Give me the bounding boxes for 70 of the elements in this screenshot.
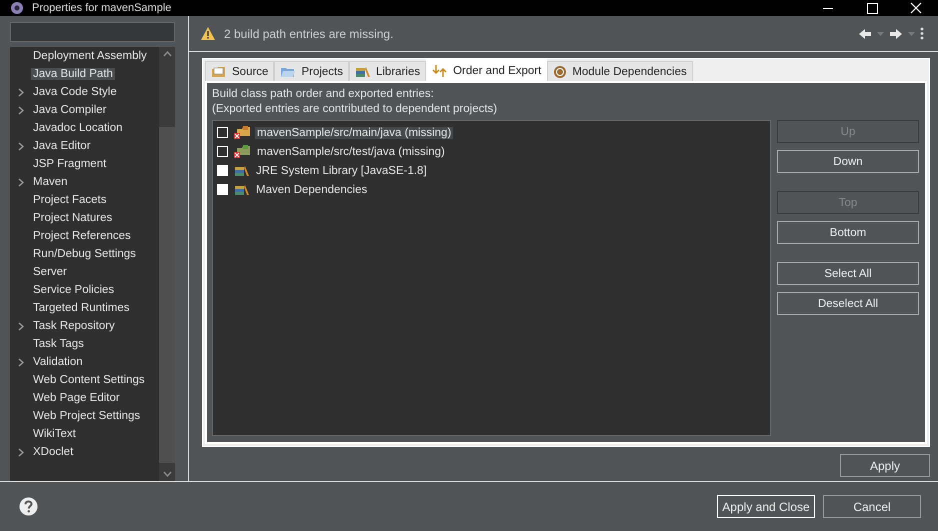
tree-item[interactable]: Service Policies bbox=[31, 284, 116, 296]
scroll-thumb[interactable] bbox=[159, 127, 175, 463]
module-icon bbox=[553, 64, 568, 78]
tree-item[interactable]: Server bbox=[31, 266, 69, 278]
tab[interactable]: Module Dependencies bbox=[547, 61, 693, 81]
tree-item[interactable]: Project References bbox=[31, 230, 133, 242]
chevron-icon[interactable] bbox=[18, 358, 24, 366]
scroll-up-icon[interactable] bbox=[162, 51, 172, 57]
back-arrow-icon[interactable] bbox=[858, 28, 872, 40]
description-text: Build class path order and exported entries: bbox=[212, 87, 435, 102]
tree-item[interactable]: XDoclet bbox=[31, 446, 76, 458]
side-button[interactable]: Down bbox=[777, 150, 919, 173]
tree-item[interactable]: Project Facets bbox=[31, 194, 108, 206]
side-button[interactable]: Select All bbox=[777, 262, 919, 285]
tree-item[interactable]: Java Editor bbox=[31, 140, 93, 152]
tree-item[interactable]: Web Content Settings bbox=[31, 374, 147, 386]
chevron-icon[interactable] bbox=[18, 88, 24, 96]
tree-item[interactable]: Java Code Style bbox=[31, 86, 119, 98]
chevron-icon[interactable] bbox=[18, 322, 24, 330]
window-title: Properties for mavenSample bbox=[32, 1, 172, 15]
apply-button[interactable]: Apply bbox=[840, 454, 930, 477]
scroll-down-icon[interactable] bbox=[162, 471, 172, 477]
tree-item[interactable]: Web Page Editor bbox=[31, 392, 122, 404]
entry-label[interactable]: JRE System Library [JavaSE-1.8] bbox=[254, 164, 429, 176]
more-options-icon[interactable] bbox=[920, 27, 924, 40]
warning-message: 2 build path entries are missing. bbox=[224, 26, 394, 40]
folder-error-icon bbox=[234, 125, 251, 140]
tree-item[interactable]: Java Build Path bbox=[31, 68, 115, 80]
side-button[interactable]: Bottom bbox=[777, 221, 919, 244]
library-icon bbox=[234, 164, 250, 178]
chevron-icon[interactable] bbox=[18, 178, 24, 186]
tree-item[interactable]: Run/Debug Settings bbox=[31, 248, 138, 260]
dialog-button[interactable]: Apply and Close bbox=[717, 495, 815, 518]
tree-item[interactable]: Deployment Assembly bbox=[31, 50, 149, 62]
library-icon bbox=[234, 182, 250, 196]
checkbox[interactable] bbox=[217, 165, 228, 176]
tree-item[interactable]: Targeted Runtimes bbox=[31, 302, 132, 314]
tree-item[interactable]: Task Repository bbox=[31, 320, 117, 332]
tree-item[interactable]: Validation bbox=[31, 356, 85, 368]
tab[interactable]: Order and Export bbox=[426, 59, 548, 81]
tab[interactable]: Projects bbox=[274, 61, 349, 81]
up-down-arrows-icon bbox=[432, 64, 448, 78]
description-text: (Exported entries are contributed to dependent projects) bbox=[212, 102, 498, 117]
folder-error-icon bbox=[234, 144, 251, 159]
tab[interactable]: Source bbox=[205, 61, 274, 81]
tree-item[interactable]: Java Compiler bbox=[31, 104, 108, 116]
chevron-icon[interactable] bbox=[18, 106, 24, 114]
tree-item[interactable]: WikiText bbox=[31, 428, 78, 440]
folder-icon bbox=[211, 64, 227, 78]
checkbox[interactable] bbox=[217, 184, 228, 195]
tree-item[interactable]: Javadoc Location bbox=[31, 122, 125, 134]
forward-arrow-icon[interactable] bbox=[889, 28, 903, 40]
tree-item[interactable]: Project Natures bbox=[31, 212, 114, 224]
gear-icon bbox=[10, 1, 24, 15]
tree-item[interactable]: Web Project Settings bbox=[31, 410, 142, 422]
library-icon bbox=[354, 64, 371, 78]
tree-item[interactable]: JSP Fragment bbox=[31, 158, 108, 170]
tab[interactable]: Libraries bbox=[348, 61, 426, 81]
side-button[interactable]: Deselect All bbox=[777, 292, 919, 315]
dialog-button[interactable]: Cancel bbox=[823, 495, 921, 518]
help-icon[interactable] bbox=[19, 497, 38, 516]
tree-item[interactable]: Maven bbox=[31, 176, 70, 188]
chevron-icon[interactable] bbox=[18, 142, 24, 150]
filter-field[interactable] bbox=[10, 22, 175, 42]
tree-item[interactable]: Task Tags bbox=[31, 338, 86, 350]
warning-icon bbox=[200, 26, 216, 41]
scrollbar[interactable] bbox=[159, 47, 175, 481]
entry-label[interactable]: Maven Dependencies bbox=[254, 184, 370, 196]
chevron-icon[interactable] bbox=[18, 448, 24, 456]
close-icon[interactable] bbox=[910, 2, 922, 14]
